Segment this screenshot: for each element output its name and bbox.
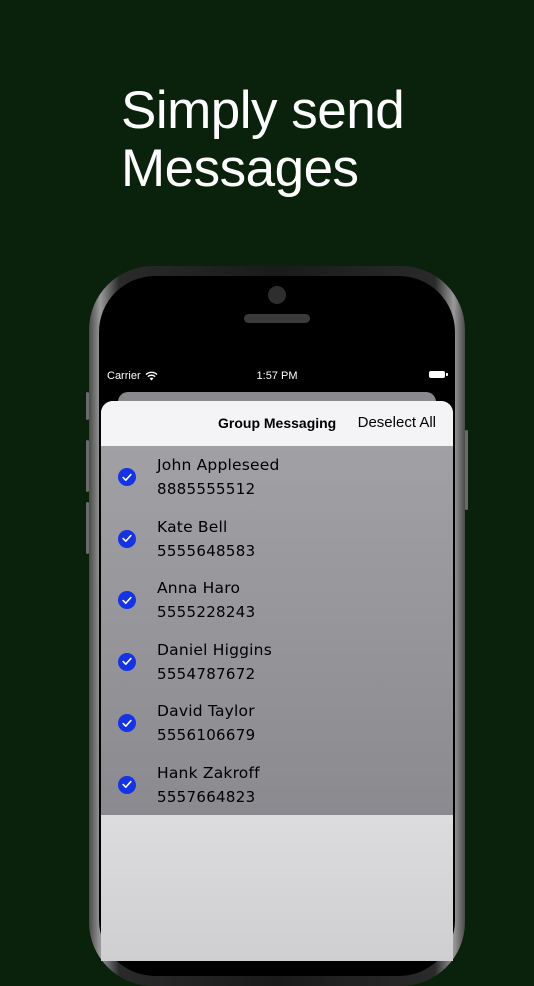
phone-volume-up (86, 440, 89, 492)
contact-row[interactable]: Daniel Higgins 5554787672 (101, 631, 453, 693)
phone-volume-down (86, 502, 89, 554)
contact-phone: 5556106679 (157, 726, 256, 744)
contact-list: John Appleseed 8885555512 Kate Bell 5555… (101, 446, 453, 815)
contact-phone: 5557664823 (157, 787, 256, 806)
checkmark-circle-icon[interactable] (118, 591, 136, 609)
deselect-all-button[interactable]: Deselect All (358, 414, 436, 431)
contact-name: Kate Bell (157, 517, 228, 536)
contact-phone: 5555648583 (157, 541, 256, 560)
nav-title: Group Messaging (218, 415, 337, 431)
contact-row[interactable]: David Taylor 5556106679 (101, 692, 453, 754)
checkmark-circle-icon[interactable] (118, 775, 136, 794)
phone-power-button (465, 430, 468, 510)
contact-row[interactable]: John Appleseed 8885555512 (101, 446, 453, 508)
contact-name: Hank Zakroff (157, 763, 260, 782)
battery-icon (429, 371, 448, 378)
headline-line-1: Simply send (121, 81, 405, 140)
contact-row[interactable]: Anna Haro 5555228243 (101, 569, 453, 631)
front-camera (268, 286, 286, 304)
contact-phone: 8885555512 (157, 480, 256, 498)
contact-phone: 5555228243 (157, 603, 256, 621)
checkmark-circle-icon[interactable] (118, 714, 136, 732)
navigation-bar: Group Messaging Deselect All (101, 401, 453, 446)
checkmark-circle-icon[interactable] (118, 529, 136, 548)
phone-silent-switch (86, 392, 89, 420)
contact-name: John Appleseed (157, 456, 280, 474)
headline-line-2: Messages (121, 139, 359, 198)
contact-name: Daniel Higgins (157, 640, 272, 659)
empty-bottom-area (101, 815, 453, 961)
checkmark-circle-icon[interactable] (118, 652, 136, 671)
contact-row[interactable]: Kate Bell 5555648583 (101, 508, 453, 570)
status-bar: Carrier 1:57 PM (101, 366, 453, 386)
checkmark-circle-icon[interactable] (118, 468, 136, 486)
contact-phone: 5554787672 (157, 664, 256, 683)
status-time: 1:57 PM (256, 370, 298, 382)
contact-row[interactable]: Hank Zakroff 5557664823 (101, 754, 453, 816)
contact-name: David Taylor (157, 702, 255, 720)
contact-name: Anna Haro (157, 579, 241, 597)
earpiece-speaker (244, 314, 310, 323)
headline: Simply send Messages (121, 81, 405, 198)
group-messaging-sheet: Group Messaging Deselect All John Apples… (101, 401, 453, 961)
